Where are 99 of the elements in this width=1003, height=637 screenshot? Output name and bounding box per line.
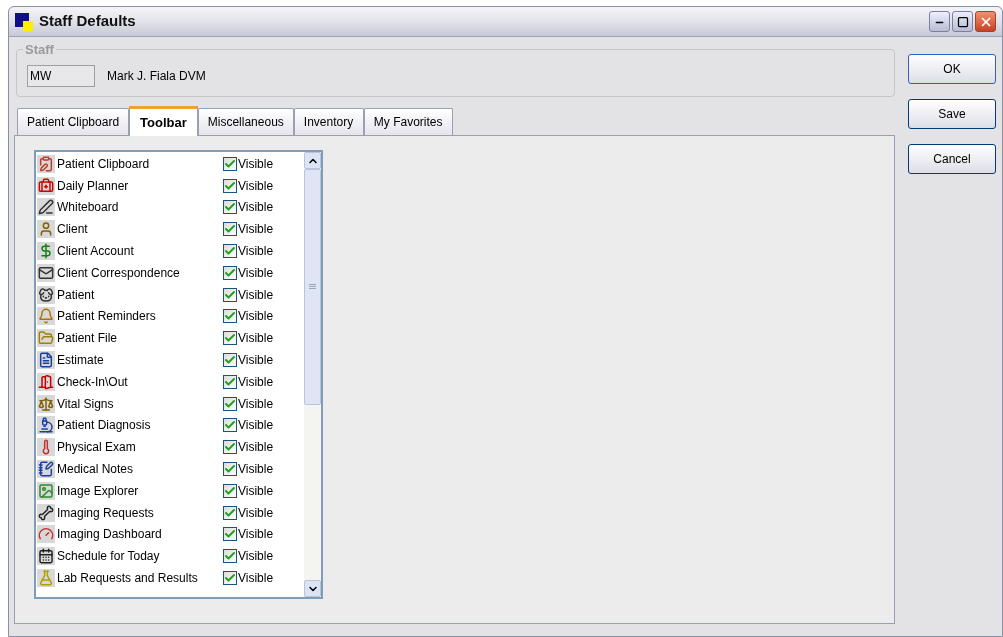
visible-checkbox[interactable] — [223, 353, 237, 368]
toolbar-item-label: Patient — [57, 286, 96, 304]
visible-checkbox[interactable] — [223, 396, 237, 411]
maximize-button[interactable] — [952, 11, 973, 32]
checkbox-label: Visible — [238, 221, 274, 239]
document-icon — [37, 351, 55, 370]
toolbar-item-label: Image Explorer — [57, 482, 140, 500]
toolbar-item-label: Daily Planner — [57, 177, 130, 195]
visible-checkbox[interactable] — [223, 265, 237, 280]
checkbox-label: Visible — [238, 570, 274, 588]
visible-checkbox[interactable] — [223, 418, 237, 433]
checkbox-label: Visible — [238, 526, 274, 544]
visible-checkbox[interactable] — [223, 331, 237, 346]
visible-checkbox[interactable] — [223, 549, 237, 564]
toolbar-item-label: Schedule for Today — [57, 548, 161, 566]
bell-icon — [37, 307, 55, 326]
tab[interactable]: Toolbar — [129, 106, 198, 136]
toolbar-item-label: Client Account — [57, 243, 135, 261]
checkbox-label: Visible — [238, 286, 274, 304]
window-title: Staff Defaults — [39, 11, 136, 32]
landscape-picture-icon — [37, 481, 55, 500]
visible-checkbox[interactable] — [223, 156, 237, 171]
checkbox-label: Visible — [238, 330, 274, 348]
checkbox-label: Visible — [238, 177, 274, 195]
checkbox-label: Visible — [238, 352, 274, 370]
toolbar-item-label: Client Correspondence — [57, 264, 181, 282]
dog-icon — [37, 285, 55, 304]
visible-checkbox[interactable] — [223, 200, 237, 215]
toolbar-item-label: Patient File — [57, 330, 119, 348]
visible-checkbox[interactable] — [223, 527, 237, 542]
checkbox-label: Visible — [238, 155, 274, 173]
checkbox-label: Visible — [238, 373, 274, 391]
toolbar-item-label: Whiteboard — [57, 199, 120, 217]
visible-checkbox[interactable] — [223, 374, 237, 389]
dialog-button[interactable]: OK — [908, 54, 996, 84]
visible-checkbox[interactable] — [223, 244, 237, 259]
visible-checkbox[interactable] — [223, 440, 237, 455]
flask-icon — [37, 569, 55, 588]
scroll-thumb[interactable] — [304, 169, 321, 405]
toolbar-item-label: Check-In\Out — [57, 373, 129, 391]
close-button[interactable] — [975, 11, 996, 32]
calendar-icon — [37, 547, 55, 566]
visible-checkbox[interactable] — [223, 222, 237, 237]
folder-icon — [37, 329, 55, 348]
scroll-down-button[interactable] — [304, 580, 321, 597]
checkbox-label: Visible — [238, 504, 274, 522]
bone-icon — [37, 503, 55, 522]
dollar-sign-icon — [37, 242, 55, 261]
toolbar-item-label: Lab Requests and Results — [57, 570, 199, 588]
medical-kit-icon — [37, 176, 55, 195]
clipboard-pen-icon — [37, 154, 55, 173]
visible-checkbox[interactable] — [223, 462, 237, 477]
pen-icon — [37, 198, 55, 217]
thermometer-icon — [37, 438, 55, 457]
checkbox-label: Visible — [238, 243, 274, 261]
toolbar-item-label: Imaging Requests — [57, 504, 155, 522]
toolbar-item-label: Patient Clipboard — [57, 155, 151, 173]
scroll-up-button[interactable] — [304, 152, 321, 169]
maximize-icon — [956, 15, 969, 28]
checkbox-label: Visible — [238, 199, 274, 217]
checkbox-label: Visible — [238, 548, 274, 566]
visible-checkbox[interactable] — [223, 309, 237, 324]
checkbox-label: Visible — [238, 264, 274, 282]
tab[interactable]: Miscellaneous — [197, 108, 294, 135]
envelope-icon — [37, 263, 55, 282]
toolbar-item-label: Patient Reminders — [57, 308, 157, 326]
microscope-icon — [37, 416, 55, 435]
dialog-button[interactable]: Cancel — [908, 144, 996, 174]
visible-checkbox[interactable] — [223, 571, 237, 586]
checkbox-label: Visible — [238, 461, 274, 479]
toolbar-item-label: Physical Exam — [57, 439, 137, 457]
staff-code-field: MW — [27, 65, 95, 87]
staff-name: Mark J. Fiala DVM — [107, 68, 206, 85]
scale-icon — [37, 394, 55, 413]
checkbox-label: Visible — [238, 395, 274, 413]
tab[interactable]: Patient Clipboard — [17, 108, 130, 135]
visible-checkbox[interactable] — [223, 483, 237, 498]
checkbox-label: Visible — [238, 308, 274, 326]
visible-checkbox[interactable] — [223, 287, 237, 302]
checkbox-label: Visible — [238, 439, 274, 457]
checkbox-label: Visible — [238, 417, 274, 435]
person-icon — [37, 220, 55, 239]
toolbar-item-label: Client — [57, 221, 89, 239]
tab[interactable]: My Favorites — [363, 108, 453, 135]
toolbar-item-label: Vital Signs — [57, 395, 115, 413]
door-icon — [37, 372, 55, 391]
grip-icon — [309, 284, 316, 290]
app-logo-icon — [15, 12, 33, 31]
visible-checkbox[interactable] — [223, 505, 237, 520]
visible-checkbox[interactable] — [223, 178, 237, 193]
notepad-icon — [37, 460, 55, 479]
checkbox-label: Visible — [238, 482, 274, 500]
gauge-icon — [37, 525, 55, 544]
toolbar-item-label: Imaging Dashboard — [57, 526, 163, 544]
toolbar-item-label: Estimate — [57, 352, 105, 370]
toolbar-item-label: Medical Notes — [57, 461, 135, 479]
dialog-button[interactable]: Save — [908, 99, 996, 129]
toolbar-item-label: Patient Diagnosis — [57, 417, 152, 435]
tab[interactable]: Inventory — [293, 108, 364, 135]
